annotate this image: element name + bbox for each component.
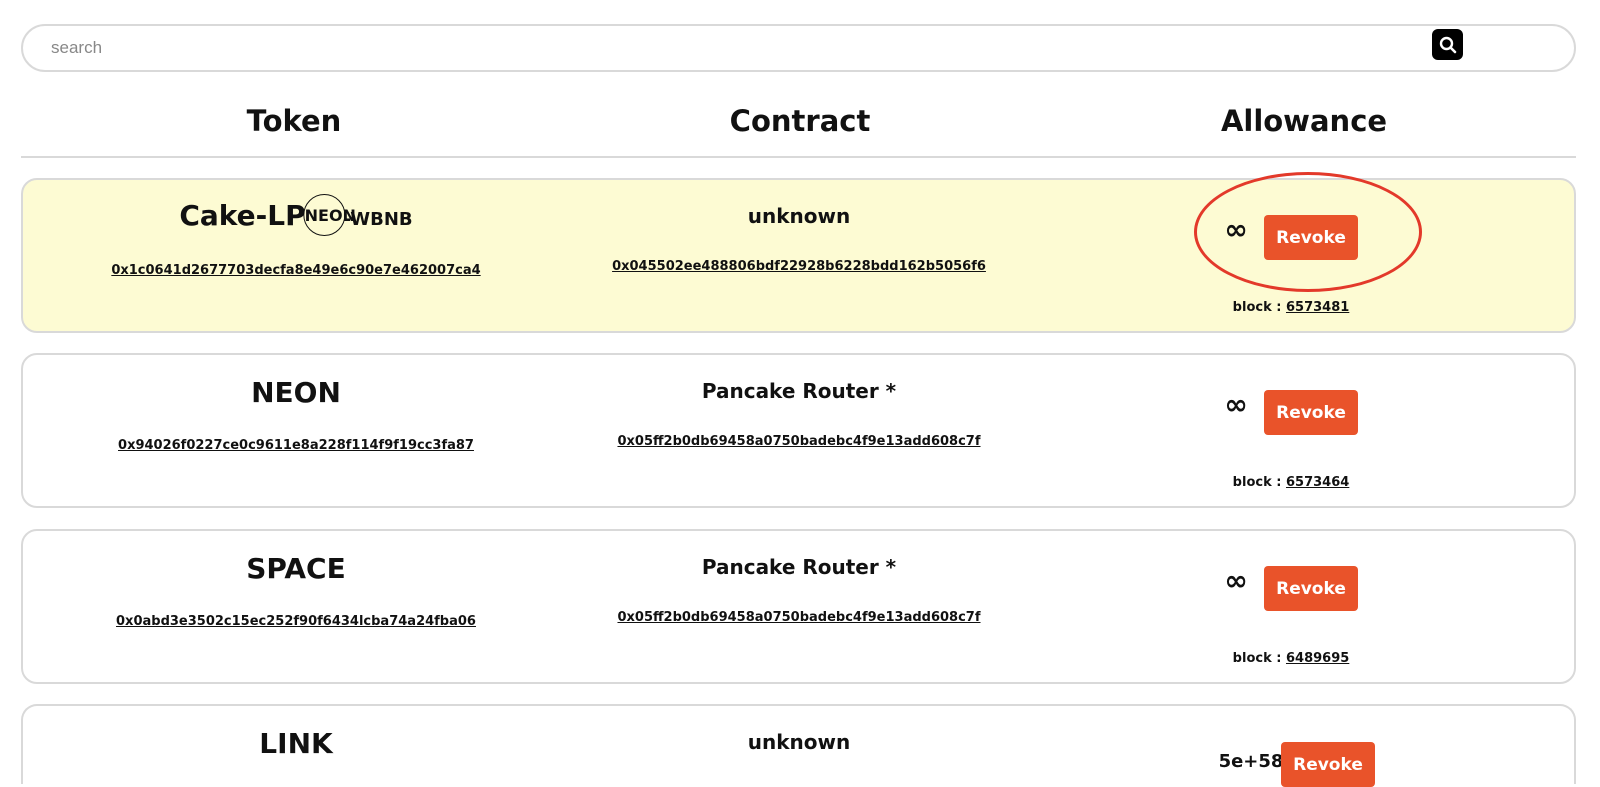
contract-address-link[interactable]: 0x05ff2b0db69458a0750badebc4f9e13add608c…: [617, 434, 980, 449]
search-input[interactable]: [49, 34, 1429, 62]
token-address-link[interactable]: 0x94026f0227ce0c9611e8a228f114f9f19cc3fa…: [118, 438, 474, 453]
token-name: Cake-LP NEON -WBNB: [179, 194, 413, 238]
search-bar: [21, 24, 1576, 72]
header-token: Token: [246, 104, 342, 138]
table-row: SPACE 0x0abd3e3502c15ec252f90f6434lcba74…: [21, 529, 1576, 684]
token-name: LINK: [259, 727, 333, 760]
contract-address-link[interactable]: 0x045502ee488806bdf22928b6228bdd162b5056…: [612, 259, 986, 274]
table-row: LINK unknown 5e+58 Revoke: [21, 704, 1576, 787]
contract-name: unknown: [747, 730, 851, 754]
revoke-button[interactable]: Revoke: [1264, 390, 1358, 435]
search-button[interactable]: [1432, 29, 1463, 60]
token-name: NEON: [251, 376, 341, 409]
block-info: block : 6489695: [1233, 651, 1350, 666]
block-label: block :: [1232, 475, 1282, 490]
token-name-prefix: Cake-LP: [179, 199, 306, 232]
block-info: block : 6573481: [1233, 300, 1350, 315]
allowance-value: ∞: [1224, 564, 1248, 597]
contract-name: unknown: [747, 204, 851, 228]
table-header: Token Contract Allowance: [21, 92, 1576, 158]
search-icon: [1439, 36, 1456, 53]
token-address-link[interactable]: 0x1c0641d2677703decfa8e49e6c90e7e462007c…: [111, 263, 480, 278]
block-number-link[interactable]: 6573481: [1286, 300, 1349, 315]
header-allowance: Allowance: [1220, 104, 1388, 138]
table-row: NEON 0x94026f0227ce0c9611e8a228f114f9f19…: [21, 353, 1576, 508]
revoke-button[interactable]: Revoke: [1281, 742, 1375, 787]
allowance-value: ∞: [1224, 213, 1248, 246]
block-number-link[interactable]: 6489695: [1286, 651, 1349, 666]
contract-address-link[interactable]: 0x05ff2b0db69458a0750badebc4f9e13add608c…: [617, 610, 980, 625]
block-info: block : 6573464: [1233, 475, 1350, 490]
table-row: Cake-LP NEON -WBNB 0x1c0641d2677703decfa8e…: [21, 178, 1576, 333]
block-label: block :: [1232, 651, 1282, 666]
revoke-button[interactable]: Revoke: [1264, 566, 1358, 611]
block-label: block :: [1232, 300, 1282, 315]
token-address-link[interactable]: 0x0abd3e3502c15ec252f90f6434lcba74a24fba…: [116, 614, 476, 629]
allowance-value: 5e+58: [1218, 751, 1284, 772]
token-name: SPACE: [246, 552, 346, 585]
contract-name: Pancake Router *: [701, 555, 897, 579]
header-contract: Contract: [729, 104, 871, 138]
revoke-button[interactable]: Revoke: [1264, 215, 1358, 260]
allowance-value: ∞: [1224, 388, 1248, 421]
contract-name: Pancake Router *: [701, 379, 897, 403]
neon-token-icon: NEON: [303, 194, 356, 236]
block-number-link[interactable]: 6573464: [1286, 475, 1349, 490]
